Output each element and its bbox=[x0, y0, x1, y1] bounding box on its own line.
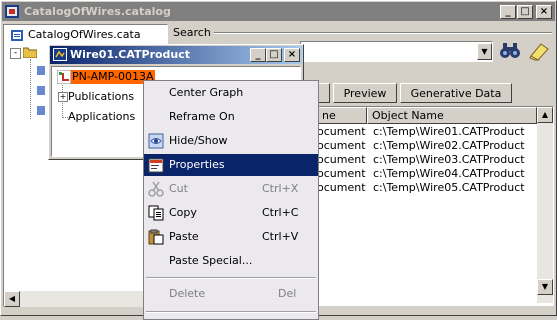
menu-label: Center Graph bbox=[169, 86, 244, 99]
menu-shortcut: Ctrl+X bbox=[262, 182, 299, 195]
menu-item-reframe-on[interactable]: Reframe On bbox=[144, 106, 318, 128]
menu-label: Paste Special... bbox=[169, 254, 253, 267]
table-row[interactable]: ocument c:\Temp\Wire03.CATProduct bbox=[317, 153, 537, 167]
table-row[interactable]: ocument c:\Temp\Wire02.CATProduct bbox=[317, 139, 537, 153]
cell-type: ocument bbox=[317, 167, 366, 180]
chapter-icon bbox=[37, 106, 45, 115]
menu-label: Hide/Show bbox=[169, 134, 228, 147]
chapter-icon bbox=[37, 66, 45, 75]
binoculars-icon[interactable] bbox=[498, 40, 522, 62]
menu-shortcut: Ctrl+C bbox=[262, 206, 299, 219]
menu-item-center-graph[interactable]: Center Graph bbox=[144, 82, 318, 104]
search-dropdown-button[interactable]: ▼ bbox=[477, 43, 492, 60]
product-window-title-bar: Wire01.CATProduct _ □ × bbox=[50, 46, 302, 64]
table-header-type[interactable]: ne bbox=[317, 107, 367, 124]
menu-separator bbox=[146, 311, 316, 313]
menu-label: Delete bbox=[169, 287, 206, 300]
eraser-icon[interactable] bbox=[527, 40, 551, 62]
cell-object-name: c:\Temp\Wire05.CATProduct bbox=[373, 181, 525, 194]
scroll-left-button[interactable]: ◀ bbox=[4, 291, 20, 307]
table-row[interactable]: ocument c:\Temp\Wire04.CATProduct bbox=[317, 167, 537, 181]
results-table: ne Object Name ocument c:\Temp\Wire01.CA… bbox=[316, 106, 554, 306]
tab-generative-data[interactable]: Generative Data bbox=[400, 83, 512, 103]
menu-label: Reframe On bbox=[169, 110, 235, 123]
main-title-bar: CatalogOfWires.catalog _ □ × bbox=[2, 2, 555, 21]
cell-object-name: c:\Temp\Wire02.CATProduct bbox=[373, 139, 525, 152]
part-icon bbox=[56, 69, 72, 87]
menu-item-delete[interactable]: Delete Del bbox=[144, 283, 318, 305]
close-button[interactable]: × bbox=[536, 5, 552, 19]
tab-label: Preview bbox=[343, 87, 387, 100]
header-label: ne bbox=[322, 109, 336, 122]
header-label: Object Name bbox=[372, 109, 444, 122]
cell-type: ocument bbox=[317, 181, 366, 194]
search-divider bbox=[214, 32, 552, 34]
chapter-icon bbox=[37, 86, 45, 95]
menu-shortcut: Del bbox=[278, 287, 297, 300]
menu-label: Cut bbox=[169, 182, 188, 195]
catalog-app-icon bbox=[5, 5, 19, 18]
product-window-title: Wire01.CATProduct bbox=[70, 48, 191, 61]
tab-label: Generative Data bbox=[410, 87, 502, 100]
table-header-object-name[interactable]: Object Name bbox=[367, 107, 537, 124]
cell-object-name: c:\Temp\Wire03.CATProduct bbox=[373, 153, 525, 166]
menu-separator bbox=[146, 277, 316, 279]
minimize-button[interactable]: _ bbox=[500, 5, 516, 19]
tab-preview[interactable]: Preview bbox=[333, 83, 397, 103]
menu-item-hide-show[interactable]: Hide/Show bbox=[144, 130, 318, 152]
table-vertical-scrollbar[interactable]: ▲ ▼ bbox=[537, 107, 553, 303]
tree-item-part-highlighted[interactable]: PN-AMP-0013A bbox=[71, 70, 155, 84]
menu-item-cut[interactable]: Cut Ctrl+X bbox=[144, 178, 318, 200]
scroll-up-button[interactable]: ▲ bbox=[537, 107, 553, 123]
menu-label: Properties bbox=[169, 158, 225, 171]
tree-connector-line bbox=[30, 59, 32, 119]
product-close-button[interactable]: × bbox=[284, 48, 300, 62]
tree-item-publications[interactable]: Publications bbox=[68, 90, 134, 103]
tree-item-applications[interactable]: Applications bbox=[68, 110, 135, 123]
menu-item-copy[interactable]: Copy Ctrl+C bbox=[144, 202, 318, 224]
table-row[interactable]: ocument c:\Temp\Wire01.CATProduct bbox=[317, 125, 537, 139]
cell-type: ocument bbox=[317, 139, 366, 152]
tree-root-label[interactable]: CatalogOfWires.cata bbox=[28, 28, 141, 41]
publications-expander[interactable]: + bbox=[58, 92, 68, 102]
tree-expander[interactable]: - bbox=[10, 48, 21, 59]
menu-label: Copy bbox=[169, 206, 197, 219]
menu-item-paste[interactable]: Paste Ctrl+V bbox=[144, 226, 318, 248]
cell-object-name: c:\Temp\Wire04.CATProduct bbox=[373, 167, 525, 180]
menu-item-properties[interactable]: Properties bbox=[144, 154, 318, 176]
search-input[interactable] bbox=[300, 41, 493, 62]
product-minimize-button[interactable]: _ bbox=[250, 48, 266, 62]
table-row[interactable]: ocument c:\Temp\Wire05.CATProduct bbox=[317, 181, 537, 195]
product-maximize-button[interactable]: □ bbox=[266, 48, 282, 62]
search-label: Search bbox=[173, 26, 211, 39]
catalog-icon bbox=[10, 28, 24, 45]
cell-object-name: c:\Temp\Wire01.CATProduct bbox=[373, 125, 525, 138]
cell-type: ocument bbox=[317, 125, 366, 138]
cell-type: ocument bbox=[317, 153, 366, 166]
window-title: CatalogOfWires.catalog bbox=[24, 5, 171, 18]
menu-label: Paste bbox=[169, 230, 199, 243]
product-icon bbox=[53, 48, 67, 61]
menu-shortcut: Ctrl+V bbox=[262, 230, 299, 243]
menu-item-paste-special[interactable]: Paste Special... bbox=[144, 250, 318, 272]
context-menu: Center Graph Reframe On Hide/Show Proper… bbox=[143, 80, 319, 320]
maximize-button[interactable]: □ bbox=[517, 5, 533, 19]
scroll-down-button[interactable]: ▼ bbox=[537, 279, 553, 295]
